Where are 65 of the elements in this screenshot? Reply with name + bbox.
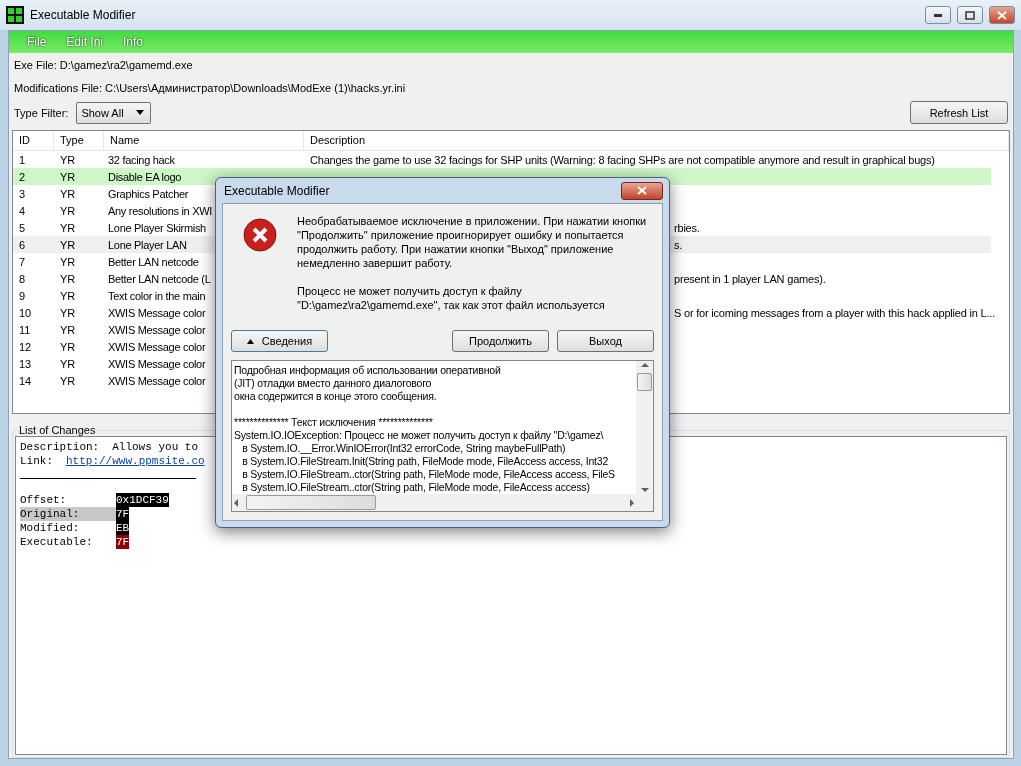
table-cell: present in 1 player LAN games). [674, 272, 826, 285]
table-cell: XWIS Message color [108, 374, 206, 387]
table-cell: YR [60, 357, 76, 370]
table-cell: Lone Player LAN [108, 238, 187, 251]
table-cell: YR [60, 153, 76, 166]
table-cell: 9 [19, 289, 26, 302]
table-cell: YR [60, 272, 76, 285]
table-cell: 4 [19, 204, 26, 217]
table-cell: YR [60, 306, 76, 319]
table-cell: YR [60, 187, 76, 200]
exe-file-label: Exe File: D:\gamez\ra2\gamemd.exe [14, 59, 193, 71]
table-cell: XWIS Message color [108, 340, 206, 353]
table-cell: 12 [19, 340, 32, 353]
type-filter-label: Type Filter: [14, 106, 69, 119]
table-cell: 14 [19, 374, 32, 387]
table-cell: 3 [19, 187, 26, 200]
field-value: 0x1DCF39 [116, 493, 169, 507]
link-label: Link: [20, 454, 53, 468]
window-title: Executable Modifier [30, 8, 137, 22]
table-cell: YR [60, 323, 76, 336]
table-cell: 8 [19, 272, 26, 285]
group-title: List of Changes [18, 424, 97, 436]
table-cell: Lone Player Skirmish [108, 221, 206, 234]
field-value: 7F [116, 535, 130, 549]
table-cell: 10 [19, 306, 32, 319]
field-label: Executable: [20, 535, 94, 549]
table-cell: YR [60, 340, 76, 353]
table-cell: XWIS Message color [108, 357, 206, 370]
table-cell: 6 [19, 238, 26, 251]
table-cell: Better LAN netcode (L [108, 272, 211, 285]
table-cell: YR [60, 170, 76, 183]
table-cell: YR [60, 204, 76, 217]
table-cell: YR [60, 374, 76, 387]
table-cell: Better LAN netcode [108, 255, 199, 268]
error-message: Процесс не может получить доступ к файлу "D:\gamez\ra2\gamemd.exe", так как этот файл используется [297, 284, 606, 312]
description-label: Description: [20, 440, 100, 454]
table-cell: YR [60, 221, 76, 234]
table-cell: 7 [19, 255, 26, 268]
table-cell: Changes the game to use 32 facings for SHP units (Warning: 8 facing SHPs are not compatible anymore and result in graphical bugs) [310, 153, 935, 166]
table-cell: Disable EA logo [108, 170, 182, 183]
table-cell: 1 [19, 153, 26, 166]
table-cell: 5 [19, 221, 26, 234]
field-value: 7F [116, 507, 130, 521]
table-cell: YR [60, 289, 76, 302]
table-cell: Any resolutions in XWI [108, 204, 213, 217]
dialog-title: Executable Modifier [224, 183, 330, 198]
error-message: Необрабатываемое исключение в приложении. При нажатии кнопки "Продолжить" приложение проигнорирует ошибку и попытается продолжить работу. При нажатии кнопки "Выход" приложение немедленно завершит работу. [297, 214, 647, 270]
field-label: Modified: [20, 521, 81, 535]
table-cell: Graphics Patcher [108, 187, 189, 200]
table-cell: XWIS Message color [108, 306, 206, 319]
table-cell: YR [60, 255, 76, 268]
table-cell: 13 [19, 357, 32, 370]
table-cell: 32 facing hack [108, 153, 175, 166]
table-cell: 2 [19, 170, 26, 183]
field-label: Offset: [20, 493, 68, 507]
table-cell: YR [60, 238, 76, 251]
table-cell: 11 [19, 323, 31, 336]
modifications-file-label: Modifications File: C:\Users\Администратор\Downloads\ModExe (1)\hacks.yr.ini [14, 82, 406, 94]
field-value: EB [116, 521, 130, 535]
table-cell: XWIS Message color [108, 323, 206, 336]
table-cell: Text color in the main [108, 289, 206, 302]
table-cell: s. [674, 238, 683, 251]
field-label: Original: [20, 507, 116, 521]
table-cell: S or for icoming messages from a player with this hack applied in L... [674, 306, 996, 319]
description-text: Allows you to [112, 440, 199, 454]
